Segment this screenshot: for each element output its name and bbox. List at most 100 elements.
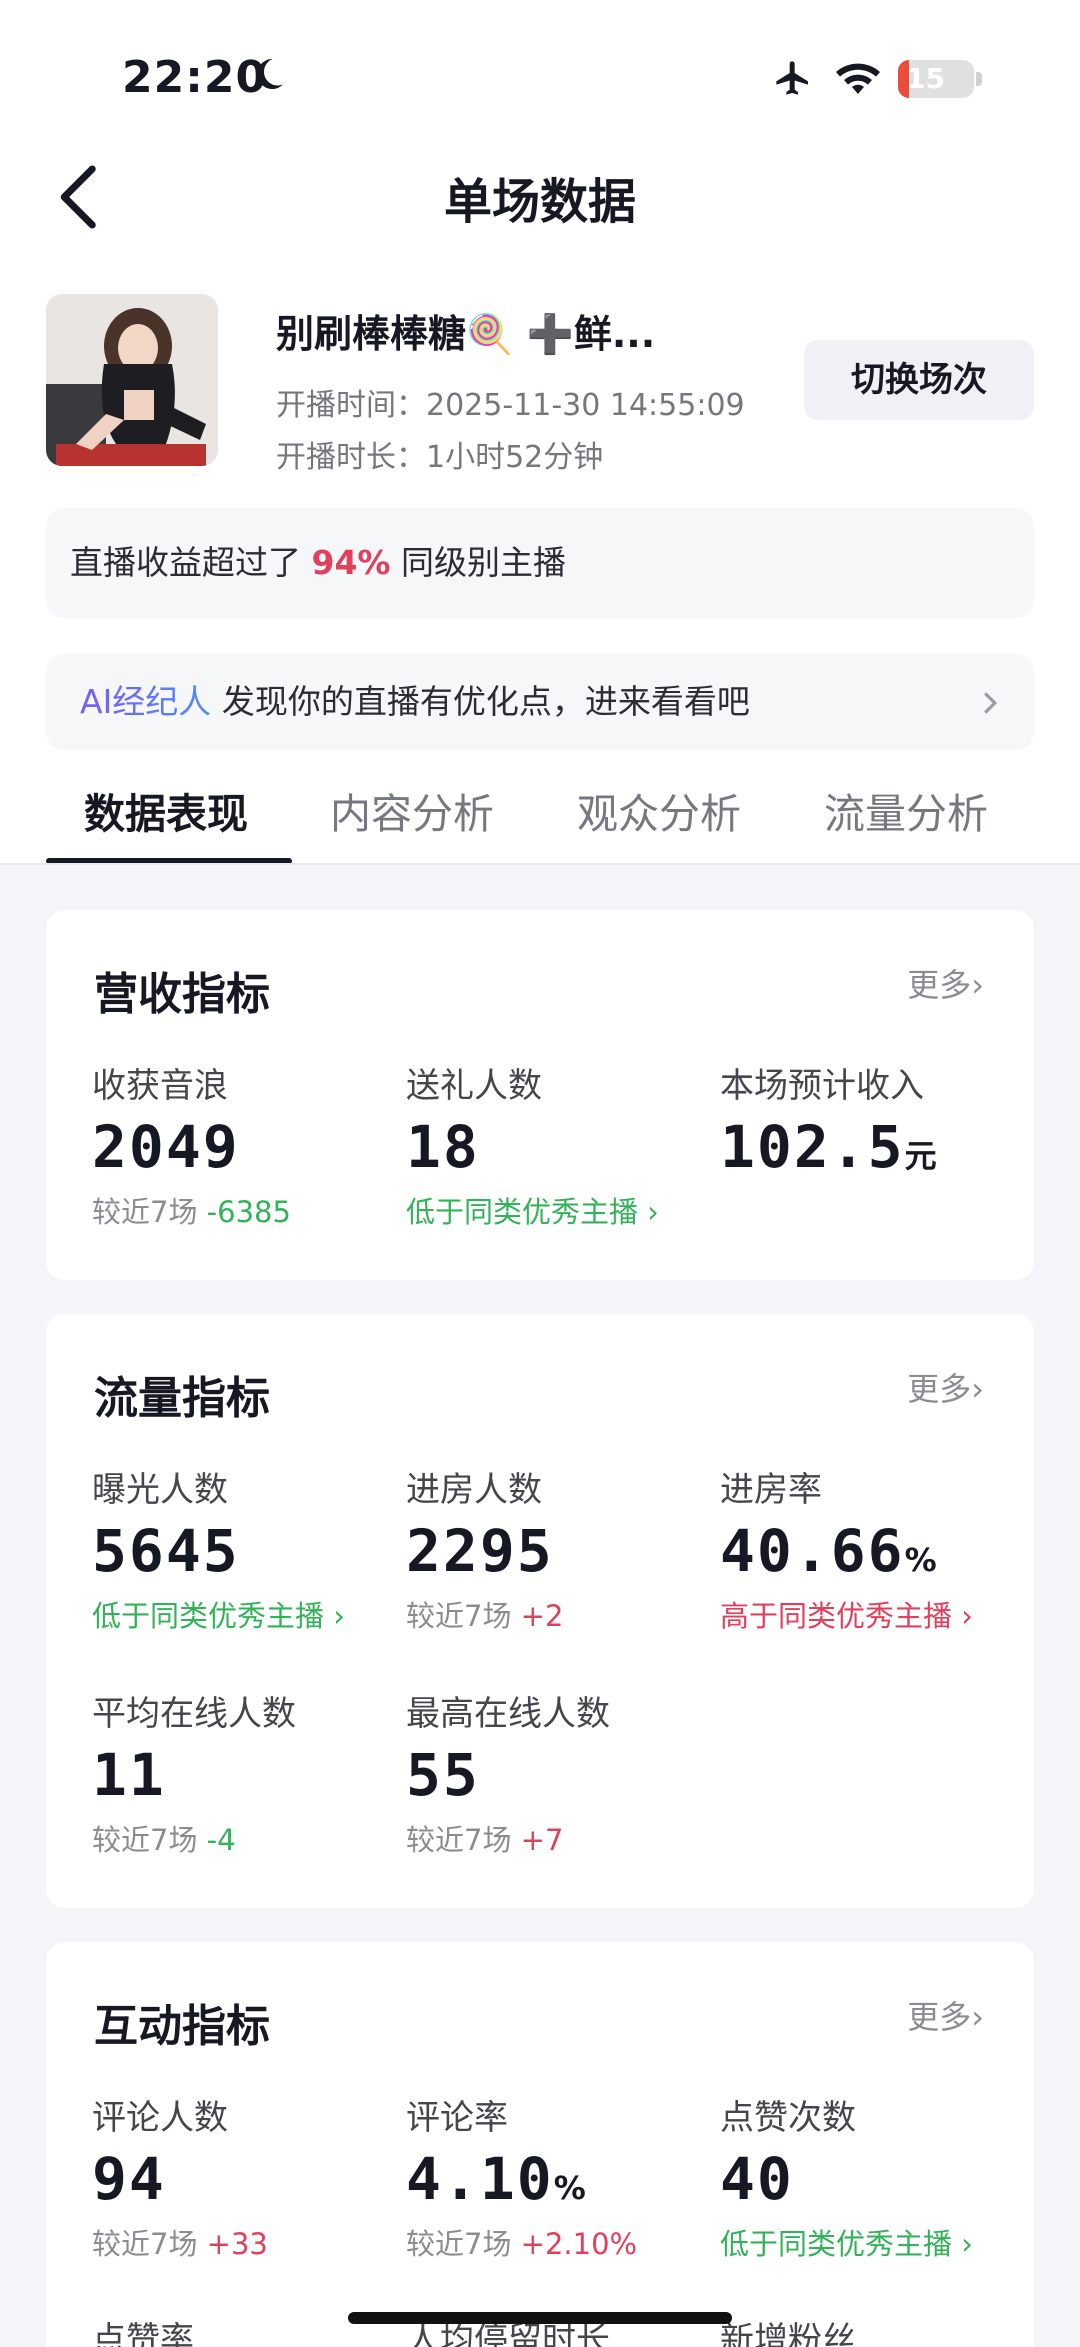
switch-session-button[interactable]: 切换场次 [804, 340, 1034, 420]
value-unit: 元 [904, 1137, 937, 1175]
page-title: 单场数据 [443, 174, 636, 230]
compare-label: 较近7场 [406, 2227, 512, 2261]
ranking-banner: 直播收益超过了 94% 同级别主播 [46, 508, 1034, 618]
metric-commenters[interactable]: 评论人数 94 较近7场 +33 [92, 2090, 268, 2263]
tab-bar: 数据表现 内容分析 观众分析 流量分析 [0, 770, 1080, 865]
nav-bar: 单场数据 [0, 150, 1080, 280]
metric-label: 点赞次数 [720, 2098, 856, 2138]
tab-audience-analysis[interactable]: 观众分析 [577, 780, 741, 840]
compare-label: 较近7场 [92, 1823, 198, 1857]
ranking-prefix: 直播收益超过了 [70, 543, 301, 582]
metric-label: 新增粉丝 [720, 2320, 856, 2347]
metric-value: 40 [720, 2145, 794, 2213]
chevron-right-icon: › [647, 1195, 659, 1229]
start-time-value: 2025-11-30 14:55:09 [426, 388, 745, 423]
compare-label: 较近7场 [406, 1599, 512, 1633]
wifi-icon [836, 63, 880, 94]
compare-label: 较近7场 [406, 1823, 512, 1857]
benchmark-link[interactable]: 高于同类优秀主播 › [720, 1593, 973, 1635]
status-time: 22:20 [122, 52, 268, 103]
ai-agent-banner[interactable]: AI经纪人 发现你的直播有优化点，进来看看吧 [46, 654, 1034, 750]
metric-value: 94 [92, 2145, 166, 2213]
benchmark-link[interactable]: 低于同类优秀主播 › [92, 1593, 345, 1635]
chevron-right-icon: › [961, 1599, 973, 1633]
traffic-more-link[interactable]: 更多› [907, 1364, 984, 1410]
metric-label: 本场预计收入 [720, 1066, 924, 1106]
interaction-card: 互动指标 更多› 评论人数 94 较近7场 +33 评论率 4.10% 较近7场… [46, 1942, 1034, 2347]
chevron-right-icon: › [971, 1998, 984, 2036]
metric-estimated-income[interactable]: 本场预计收入 102.5元 [720, 1058, 937, 1181]
chevron-right-icon: › [971, 966, 984, 1004]
benchmark-text: 低于同类优秀主播 [406, 1195, 639, 1229]
ranking-percent: 94% [311, 543, 391, 582]
metric-compare: 较近7场 +33 [92, 2221, 268, 2263]
more-label: 更多 [907, 966, 972, 1004]
interaction-more-link[interactable]: 更多› [907, 1992, 984, 2038]
metric-label: 点赞率 [92, 2320, 194, 2347]
metric-label: 进房率 [720, 1470, 822, 1510]
metric-value: 2295 [406, 1517, 554, 1585]
metric-label: 平均在线人数 [92, 1694, 296, 1734]
compare-label: 较近7场 [92, 1195, 198, 1229]
benchmark-text: 低于同类优秀主播 [720, 2227, 953, 2261]
start-time-line: 开播时间：2025-11-30 14:55:09 [276, 380, 745, 424]
metric-compare: 较近7场 -6385 [92, 1189, 291, 1231]
metric-label: 曝光人数 [92, 1470, 228, 1510]
metric-label: 最高在线人数 [406, 1694, 610, 1734]
metric-compare: 较近7场 +2 [406, 1593, 563, 1635]
revenue-card: 营收指标 更多› 收获音浪 2049 较近7场 -6385 送礼人数 18 低于… [46, 910, 1034, 1280]
metric-room-entries[interactable]: 进房人数 2295 较近7场 +2 [406, 1462, 563, 1635]
metric-label: 送礼人数 [406, 1066, 542, 1106]
tab-content-analysis[interactable]: 内容分析 [330, 780, 494, 840]
battery-icon: 15 [898, 60, 974, 98]
ai-agent-label: AI经纪人 [80, 682, 212, 721]
value-unit: % [553, 2169, 586, 2207]
compare-label: 较近7场 [92, 2227, 198, 2261]
metric-like-rate[interactable]: 点赞率 [92, 2312, 194, 2347]
compare-value: -4 [206, 1823, 236, 1857]
metric-value: 2049 [92, 1113, 240, 1181]
metric-sound-waves[interactable]: 收获音浪 2049 较近7场 -6385 [92, 1058, 291, 1231]
metric-label: 评论率 [406, 2098, 508, 2138]
metric-value: 18 [406, 1113, 480, 1181]
duration-value: 1小时52分钟 [426, 440, 604, 475]
metric-impressions[interactable]: 曝光人数 5645 低于同类优秀主播 › [92, 1462, 345, 1635]
metric-likes[interactable]: 点赞次数 40 低于同类优秀主播 › [720, 2090, 973, 2263]
chevron-right-icon: › [961, 2227, 973, 2261]
value-number: 4.10 [406, 2145, 554, 2213]
metric-new-followers[interactable]: 新增粉丝 [720, 2312, 856, 2347]
battery-tip [976, 72, 982, 86]
chevron-right-icon [984, 692, 998, 714]
revenue-more-link[interactable]: 更多› [907, 960, 984, 1006]
value-number: 40.66 [720, 1517, 905, 1585]
streamer-avatar[interactable] [46, 294, 218, 466]
ai-agent-text: 发现你的直播有优化点，进来看看吧 [221, 682, 750, 721]
metric-peak-online[interactable]: 最高在线人数 55 较近7场 +7 [406, 1686, 610, 1859]
tab-traffic-analysis[interactable]: 流量分析 [824, 780, 988, 840]
metric-label: 评论人数 [92, 2098, 228, 2138]
metric-comment-rate[interactable]: 评论率 4.10% 较近7场 +2.10% [406, 2090, 637, 2263]
metric-value: 11 [92, 1741, 166, 1809]
battery-level: 15 [906, 62, 945, 95]
interaction-title: 互动指标 [94, 2001, 270, 2052]
metric-avg-online[interactable]: 平均在线人数 11 较近7场 -4 [92, 1686, 296, 1859]
traffic-card: 流量指标 更多› 曝光人数 5645 低于同类优秀主播 › 进房人数 2295 … [46, 1314, 1034, 1908]
benchmark-link[interactable]: 低于同类优秀主播 › [406, 1189, 659, 1231]
home-indicator[interactable] [348, 2312, 732, 2324]
benchmark-text: 高于同类优秀主播 [720, 1599, 953, 1633]
metric-label: 收获音浪 [92, 1066, 228, 1106]
compare-value: +33 [206, 2227, 268, 2261]
metric-value: 102.5元 [720, 1113, 937, 1181]
tab-divider [0, 863, 1080, 865]
metric-gift-senders[interactable]: 送礼人数 18 低于同类优秀主播 › [406, 1058, 659, 1231]
metric-label: 进房人数 [406, 1470, 542, 1510]
duration-line: 开播时长：1小时52分钟 [276, 432, 603, 476]
value-number: 102.5 [720, 1113, 905, 1181]
benchmark-link[interactable]: 低于同类优秀主播 › [720, 2221, 973, 2263]
compare-value: -6385 [206, 1195, 291, 1229]
metric-value: 5645 [92, 1517, 240, 1585]
airplane-icon [776, 61, 808, 95]
tab-data-performance[interactable]: 数据表现 [84, 780, 248, 840]
streamer-name: 别刷棒棒糖🍭 ➕鲜... [276, 312, 656, 356]
metric-entry-rate[interactable]: 进房率 40.66% 高于同类优秀主播 › [720, 1462, 973, 1635]
